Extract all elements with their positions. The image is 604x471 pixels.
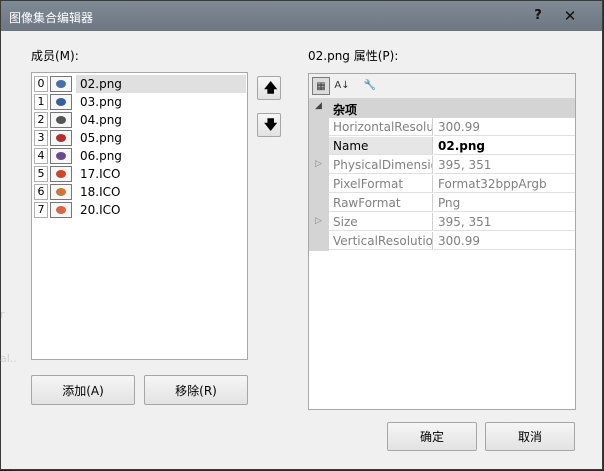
row-gutter [309, 137, 329, 156]
move-up-button[interactable]: 🡅 [257, 76, 281, 100]
list-item[interactable]: 1 03.png [33, 93, 246, 111]
image-thumbnail-icon [50, 130, 72, 146]
image-thumbnail-icon [50, 166, 72, 182]
members-listbox[interactable]: 0 02.png 1 03.png 2 04.png 3 05.png 4 06.png 5 17.I… [31, 72, 248, 360]
thumbnail-swatch [56, 170, 66, 178]
image-collection-editor-dialog: 图像集合编辑器 ? ✕ 成员(M): 0 02.png 1 03.png 2 04.png… [0, 0, 603, 470]
property-name: Size [329, 213, 433, 231]
help-icon[interactable]: ? [528, 6, 548, 26]
item-index: 7 [34, 202, 48, 218]
close-icon[interactable]: ✕ [559, 6, 581, 26]
thumbnail-swatch [56, 116, 66, 124]
property-value[interactable]: Format32bppArgb [434, 175, 575, 193]
property-value[interactable]: 395, 351 [434, 213, 575, 231]
row-gutter [309, 194, 329, 213]
image-thumbnail-icon [50, 76, 72, 92]
item-name: 04.png [80, 113, 122, 127]
row-gutter [309, 232, 329, 251]
categorized-view-icon[interactable]: ▦ [312, 77, 330, 95]
property-name: PhysicalDimension [329, 156, 433, 174]
property-row[interactable]: Name 02.png [309, 137, 575, 156]
property-row[interactable]: PixelFormat Format32bppArgb [309, 175, 575, 194]
item-index: 4 [34, 148, 48, 164]
move-down-button[interactable]: 🡇 [257, 113, 281, 137]
item-name: 06.png [80, 149, 122, 163]
expand-icon[interactable]: ▷ [315, 216, 322, 226]
properties-label: 02.png 属性(P): [308, 49, 399, 63]
item-index: 2 [34, 112, 48, 128]
property-value[interactable]: Png [434, 194, 575, 212]
thumbnail-swatch [56, 206, 66, 214]
thumbnail-swatch [56, 134, 66, 142]
row-gutter: ▷ [309, 156, 329, 175]
window-title: 图像集合编辑器 [9, 11, 94, 25]
property-pages-icon[interactable]: 🔧 [361, 77, 379, 95]
arrow-up-icon: 🡅 [264, 81, 278, 96]
item-index: 6 [34, 184, 48, 200]
item-index: 5 [34, 166, 48, 182]
item-name: 03.png [80, 95, 122, 109]
property-row[interactable]: ▷ Size 395, 351 [309, 213, 575, 232]
item-index: 3 [34, 130, 48, 146]
item-index: 0 [34, 76, 48, 92]
property-row[interactable]: HorizontalResolution300.99 [309, 118, 575, 137]
add-button[interactable]: 添加(A) [31, 375, 135, 405]
list-item[interactable]: 2 04.png [33, 111, 246, 129]
background-text-fragment: al.. [0, 352, 17, 365]
property-name: VerticalResolution [329, 232, 433, 250]
image-thumbnail-icon [50, 94, 72, 110]
row-gutter: ▷ [309, 213, 329, 232]
list-item[interactable]: 6 18.ICO [33, 183, 246, 201]
row-gutter [309, 118, 329, 137]
title-bar: 图像集合编辑器 ? ✕ [1, 1, 602, 31]
list-item[interactable]: 3 05.png [33, 129, 246, 147]
image-thumbnail-icon [50, 184, 72, 200]
thumbnail-swatch [56, 152, 66, 160]
category-row-misc[interactable]: ◢ 杂项 [309, 99, 575, 118]
item-name: 17.ICO [80, 167, 121, 181]
item-name: 20.ICO [80, 203, 121, 217]
property-name: RawFormat [329, 194, 433, 212]
property-row[interactable]: VerticalResolution 300.99 [309, 232, 575, 251]
list-item[interactable]: 5 17.ICO [33, 165, 246, 183]
item-name: 18.ICO [80, 185, 121, 199]
collapse-arrow-icon[interactable]: ◢ [315, 101, 322, 111]
list-item[interactable]: 4 06.png [33, 147, 246, 165]
expand-icon[interactable]: ▷ [315, 159, 322, 169]
image-thumbnail-icon [50, 112, 72, 128]
item-name: 02.png [76, 75, 246, 93]
thumbnail-swatch [56, 80, 66, 88]
item-name: 05.png [80, 131, 122, 145]
property-name: Name [329, 137, 433, 155]
property-value[interactable]: 02.png [434, 137, 575, 155]
ok-button[interactable]: 确定 [387, 422, 477, 451]
property-value[interactable]: 395, 351 [434, 156, 575, 174]
property-name: HorizontalResolution [329, 118, 433, 136]
cancel-button[interactable]: 取消 [485, 422, 575, 451]
property-value[interactable]: 300.99 [434, 118, 575, 136]
property-value[interactable]: 300.99 [434, 232, 575, 250]
image-thumbnail-icon [50, 148, 72, 164]
remove-button[interactable]: 移除(R) [144, 375, 248, 405]
list-item[interactable]: 7 20.ICO [33, 201, 246, 219]
property-row[interactable]: ▷ PhysicalDimension395, 351 [309, 156, 575, 175]
arrow-down-icon: 🡇 [264, 118, 278, 133]
property-grid-toolbar: ▦ A↓ 🔧 [309, 74, 575, 99]
row-gutter [309, 175, 329, 194]
list-item[interactable]: 0 02.png [33, 75, 246, 93]
property-row[interactable]: RawFormat Png [309, 194, 575, 213]
property-name: PixelFormat [329, 175, 433, 193]
alphabetical-sort-icon[interactable]: A↓ [333, 77, 351, 95]
thumbnail-swatch [56, 98, 66, 106]
property-grid[interactable]: ▦ A↓ 🔧 ◢ 杂项 HorizontalResolution300.99Na… [308, 73, 576, 410]
thumbnail-swatch [56, 188, 66, 196]
members-label: 成员(M): [31, 49, 79, 63]
item-index: 1 [34, 94, 48, 110]
category-label: 杂项 [333, 103, 358, 117]
image-thumbnail-icon [50, 202, 72, 218]
background-text-fragment: r [0, 308, 5, 321]
